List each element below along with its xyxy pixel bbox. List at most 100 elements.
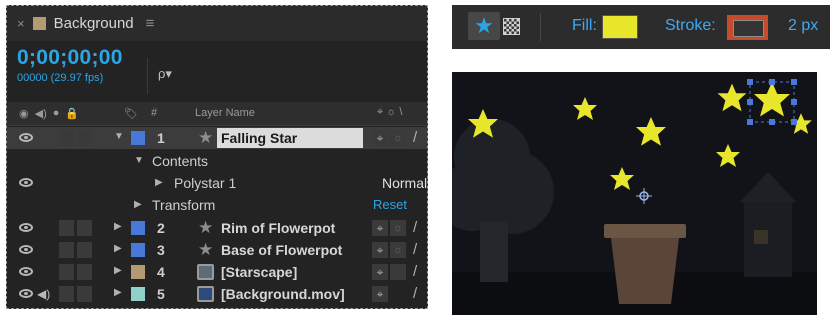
shape-options-toolbar: ★ Fill: Stroke: 2 px [452,5,830,49]
panel-menu-icon[interactable]: ≡ [146,15,155,32]
visibility-eye-icon[interactable] [19,245,33,254]
transform-row[interactable]: ▶ Transform Reset [7,194,427,216]
transform-label: Transform [152,197,216,213]
lock-switch[interactable] [77,264,92,280]
toolbar-divider [540,13,541,41]
layer-number: 1 [157,130,165,146]
composition-color-swatch [32,17,46,30]
quality-switch-icon[interactable]: / [413,219,417,236]
collapse-switch[interactable]: ☼ [390,130,406,146]
collapse-switch[interactable]: ☼ [390,242,406,258]
tree-silhouette [452,119,554,282]
shy-switch[interactable]: ⌖ [372,242,388,258]
layer-name[interactable]: Base of Flowerpot [221,242,342,258]
layer-number: 3 [157,242,165,258]
lock-switch[interactable] [77,130,92,146]
shy-switch[interactable]: ⌖ [372,286,388,302]
composition-icon [197,264,214,280]
contents-label: Contents [152,153,209,169]
timeline-tab[interactable]: × Background ≡ [7,6,427,41]
quality-switch-icon[interactable]: / [413,129,417,146]
visibility-eye-icon[interactable] [19,133,33,142]
layer-label-color[interactable] [131,265,145,279]
layer-search-input[interactable]: ρ▾ [147,58,425,94]
solo-switch[interactable] [59,264,74,280]
visibility-eye-icon[interactable] [19,223,33,232]
composition-viewer[interactable] [452,72,817,315]
quality-switch-icon[interactable]: / [413,285,417,302]
lock-switch[interactable] [77,286,92,302]
layer-row-3[interactable]: ▶ 3 ★ Base of Flowerpot ⌖ ☼ / [7,239,427,261]
stroke-label[interactable]: Stroke: [665,17,716,35]
solo-switch[interactable] [59,130,74,146]
shy-switch[interactable]: ⌖ [372,220,388,236]
layer-label-color[interactable] [131,287,145,301]
layer-switches: ⌖ ☼ [372,130,406,146]
polystar-row[interactable]: ▶ Polystar 1 Normal [7,172,427,194]
layer-name-header[interactable]: Layer Name [195,107,255,119]
blend-mode-dropdown[interactable]: Normal [382,175,427,191]
stroke-color-swatch[interactable] [727,15,768,40]
shy-switch[interactable]: ⌖ [372,264,388,280]
solo-switch[interactable] [59,286,74,302]
star-tool-icon[interactable]: ★ [468,12,500,40]
contents-row[interactable]: ▼ Contents [7,150,427,172]
layer-label-color[interactable] [131,131,145,145]
current-time-display[interactable]: 0;00;00;00 [17,46,123,70]
quality-switch-icon[interactable]: / [413,241,417,258]
footage-icon [197,286,214,302]
audio-header-icon[interactable]: ◀) [35,107,47,120]
stroke-width-value[interactable]: 2 px [788,17,818,35]
expand-triangle-icon[interactable]: ▼ [134,155,144,166]
video-eye-header-icon[interactable]: ◉ [19,107,29,120]
layer-name-field[interactable]: Falling Star [217,128,363,148]
collapsed-triangle-icon[interactable]: ▶ [114,287,122,298]
collapsed-triangle-icon[interactable]: ▶ [134,199,142,210]
collapsed-triangle-icon[interactable]: ▶ [114,265,122,276]
solo-header-icon[interactable]: ● [53,107,60,120]
layer-name: Falling Star [221,130,298,146]
solo-switch[interactable] [59,242,74,258]
layer-label-color[interactable] [131,243,145,257]
layer-name[interactable]: Rim of Flowerpot [221,220,335,236]
composition-title[interactable]: Background [54,15,134,32]
layer-name[interactable]: [Starscape] [221,264,297,280]
frame-rate-display: 00000 (29.97 fps) [17,72,104,84]
close-tab-icon[interactable]: × [17,16,25,31]
label-header-icon[interactable]: 🏷 [124,107,138,120]
shape-layer-star-icon: ★ [198,128,214,147]
layer-name[interactable]: [Background.mov] [221,286,345,302]
visibility-eye-icon[interactable] [19,178,33,187]
fill-label[interactable]: Fill: [572,17,597,35]
house-silhouette [740,172,796,277]
collapsed-triangle-icon[interactable]: ▶ [114,243,122,254]
lock-switch[interactable] [77,220,92,236]
visibility-eye-icon[interactable] [19,289,33,298]
lock-switch[interactable] [77,242,92,258]
expand-triangle-icon[interactable]: ▼ [114,131,124,142]
shy-switch[interactable]: ⌖ [372,130,388,146]
layer-row-1[interactable]: ▼ 1 ★ Falling Star ⌖ ☼ / [7,127,427,149]
collapse-switch[interactable]: ☼ [390,220,406,236]
layer-number: 5 [157,286,165,302]
layer-number-header[interactable]: # [151,107,157,119]
switches-header[interactable]: ⌖ ☼ \ [377,106,402,119]
layer-switches: ⌖ [372,264,406,280]
collapsed-triangle-icon[interactable]: ▶ [114,221,122,232]
layer-row-5[interactable]: ◀) ▶ 5 [Background.mov] ⌖ / [7,283,427,305]
transparency-grid-icon[interactable] [503,18,520,35]
fill-color-swatch[interactable] [602,15,638,39]
quality-switch-icon[interactable]: / [413,263,417,280]
layer-row-4[interactable]: ▶ 4 [Starscape] ⌖ / [7,261,427,283]
layer-label-color[interactable] [131,221,145,235]
anchor-point-icon[interactable] [636,188,652,204]
lock-header-icon[interactable]: 🔒 [65,107,79,120]
reset-link[interactable]: Reset [373,197,407,212]
layer-row-2[interactable]: ▶ 2 ★ Rim of Flowerpot ⌖ ☼ / [7,217,427,239]
polystar-label: Polystar 1 [174,175,237,191]
collapse-switch[interactable] [390,264,406,280]
collapsed-triangle-icon[interactable]: ▶ [155,177,163,188]
audio-speaker-icon[interactable]: ◀) [37,287,50,301]
solo-switch[interactable] [59,220,74,236]
visibility-eye-icon[interactable] [19,267,33,276]
